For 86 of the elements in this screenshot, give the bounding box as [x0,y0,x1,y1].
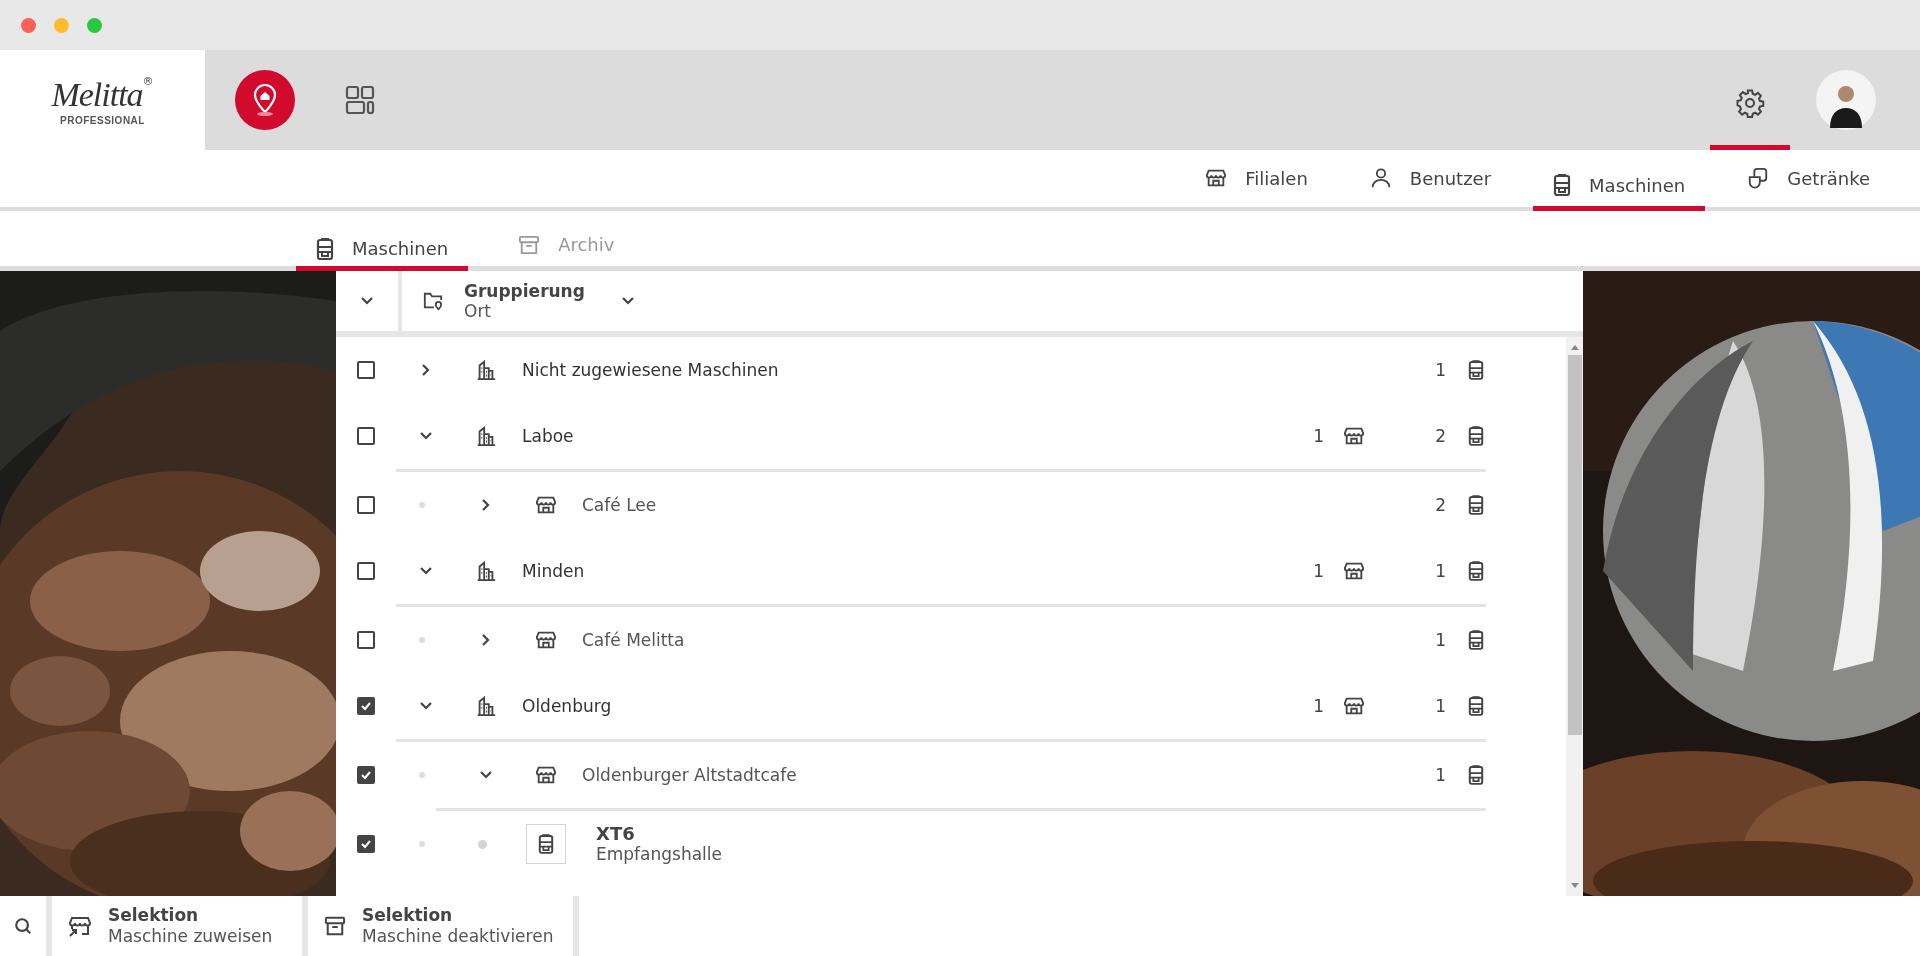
indent-dot [419,841,425,847]
machine-icon [1468,765,1484,785]
scroll-down-arrow-icon[interactable] [1569,882,1580,890]
store-icon [1343,560,1365,582]
avatar-silhouette-icon [1816,70,1876,130]
machine-count: 2 [1434,426,1446,446]
nav-tab[interactable]: Maschinen [1533,150,1706,211]
user-icon [1369,167,1392,189]
checkbox[interactable] [357,697,375,715]
machine-count: 1 [1434,765,1446,785]
tree-item-label[interactable]: Café Lee [582,495,657,515]
nav-tab[interactable]: Getränke [1727,150,1890,211]
scrollbar[interactable] [1566,337,1583,896]
tree-item-label[interactable]: Nicht zugewiesene Maschinen [522,360,779,380]
archive-box-icon [518,234,541,255]
dashboard-grid-button[interactable] [345,85,375,115]
machine-location: Empfangshalle [596,844,722,865]
selection-action-button[interactable]: Selektion Maschine zuweisen [52,896,302,956]
checkmark-icon [360,700,372,712]
machine-count: 2 [1434,495,1446,515]
checkbox[interactable] [357,496,375,514]
tree-item-label[interactable]: Café Melitta [582,630,685,650]
machine-count: 1 [1434,561,1446,581]
machine-icon [1468,696,1484,716]
tree-item-label[interactable]: Laboe [522,426,574,446]
city-buildings-icon [475,425,497,447]
checkmark-icon [360,769,372,781]
indent-dot [419,502,425,508]
store-count: 1 [1312,561,1324,581]
machine-count: 1 [1434,630,1446,650]
checkbox[interactable] [357,631,375,649]
machine-name: XT6 [596,823,636,844]
indent-dot [419,772,425,778]
machine-icon [1468,426,1484,446]
user-avatar[interactable] [1816,70,1876,130]
settings-icon [1735,87,1765,118]
tree-item-label[interactable]: Oldenburger Altstadtcafe [582,765,797,785]
chevron-down-icon [620,296,635,306]
search-icon [14,917,32,935]
indent-dot [419,637,425,643]
grouping-dropdown[interactable]: Gruppierung Ort [402,271,1583,331]
checkbox[interactable] [357,361,375,379]
store-icon [1343,695,1365,717]
scrollbar-thumb[interactable] [1567,355,1582,735]
scroll-up-arrow-icon[interactable] [1569,343,1580,351]
store-count: 1 [1312,426,1324,446]
tree-item-label[interactable]: Oldenburg [522,696,612,716]
drink-icon [1747,167,1770,189]
selection-action-button[interactable]: Selektion Maschine deaktivieren [308,896,574,956]
store-icon [1205,167,1228,189]
store-arrow-icon [68,914,92,938]
machine-icon [1553,174,1572,196]
machine-icon [1468,495,1484,515]
checkbox[interactable] [357,835,375,853]
registered-mark: ® [142,74,154,88]
archive-box-icon [324,916,346,936]
checkbox[interactable] [357,427,375,445]
store-icon [535,494,557,516]
tree-item-label[interactable]: Minden [522,561,585,581]
logo-wordmark: Melitta [51,74,143,115]
chevron-down-icon [360,296,374,306]
machine-icon [316,237,334,260]
machine-count: 1 [1434,696,1446,716]
folder-pin-icon [422,291,444,311]
store-count: 1 [1312,696,1324,716]
store-icon [535,764,557,786]
nav-tab[interactable]: Benutzer [1349,150,1512,211]
machine-count: 1 [1434,360,1446,380]
checkmark-icon [360,838,372,850]
store-icon [1343,425,1365,447]
logo-tagline: PROFESSIONAL [60,114,145,126]
city-buildings-icon [475,695,497,717]
checkbox[interactable] [357,766,375,784]
city-buildings-icon [475,560,497,582]
machine-icon [1468,561,1484,581]
search-button[interactable] [0,896,46,956]
city-buildings-icon [475,359,497,381]
machine-icon [526,824,566,864]
indent-dot [477,839,487,849]
store-icon [535,629,557,651]
grid-icon [345,85,375,115]
home-location-button[interactable] [235,70,295,130]
nav-tab[interactable]: Filialen [1185,150,1328,211]
machine-icon [1468,360,1484,380]
machine-icon [1468,630,1484,650]
checkbox[interactable] [357,562,375,580]
